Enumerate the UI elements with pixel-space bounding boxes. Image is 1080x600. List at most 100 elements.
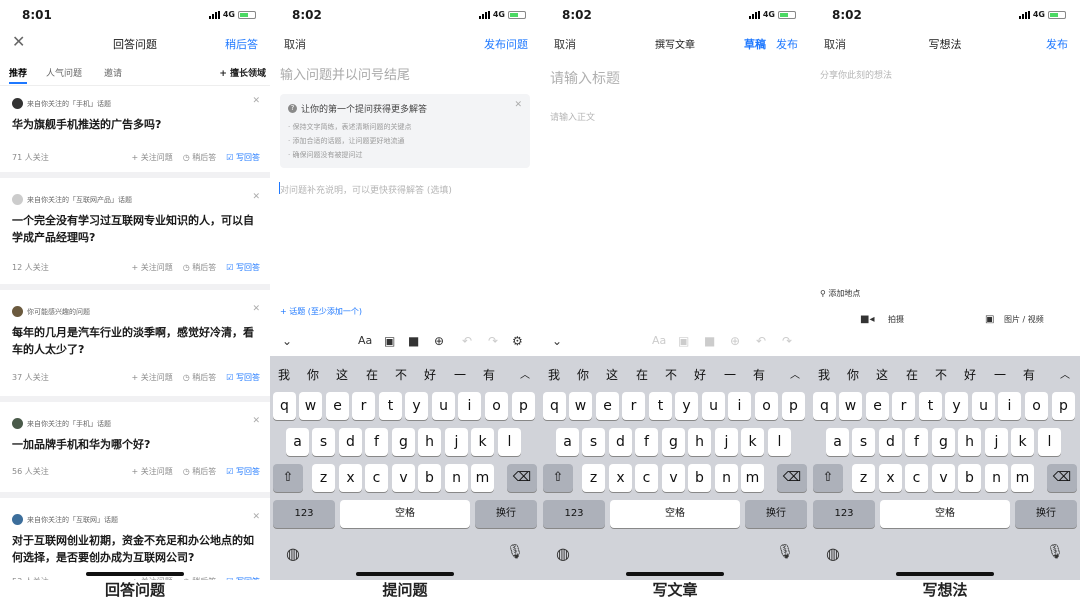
battery-icon xyxy=(238,10,256,19)
tab-popular[interactable]: 人气问题 xyxy=(46,66,82,79)
chevron-up-icon[interactable]: ︿ xyxy=(520,366,530,381)
text-format-icon[interactable]: Aa xyxy=(652,334,666,347)
question-title[interactable]: 一个完全没有学习过互联网专业知识的人，可以自学成产品经理吗? xyxy=(12,212,258,246)
settings-icon[interactable]: ⚙ xyxy=(512,334,523,348)
video-icon[interactable]: ■ xyxy=(408,334,419,348)
redo-icon[interactable]: ↷ xyxy=(488,334,498,348)
backspace-key[interactable]: ⌫ xyxy=(777,464,807,492)
write-answer-button[interactable]: ☑ 写回答 xyxy=(226,262,260,273)
space-key[interactable]: 空格 xyxy=(340,500,470,528)
globe-icon[interactable]: ◍ xyxy=(556,544,570,563)
publish-question-button[interactable]: 发布问题 xyxy=(484,36,528,52)
dismiss-icon[interactable]: ✕ xyxy=(252,416,260,426)
text-format-icon[interactable]: Aa xyxy=(358,334,372,347)
home-indicator xyxy=(626,572,724,576)
chevron-down-icon[interactable]: ⌄ xyxy=(282,334,292,348)
gallery-button[interactable]: 图片 / 视频 xyxy=(1004,314,1044,325)
return-key[interactable]: 换行 xyxy=(1015,500,1077,528)
number-key[interactable]: 123 xyxy=(813,500,875,528)
microphone-icon[interactable]: 🎙 xyxy=(776,544,794,560)
shift-key[interactable]: ⇧ xyxy=(543,464,573,492)
globe-icon[interactable]: ◍ xyxy=(826,544,840,563)
follow-question-button[interactable]: + 关注问题 xyxy=(132,152,173,163)
question-card[interactable]: 来自你关注的「手机」话题 ✕ 华为旗舰手机推送的广告多吗? 71 人关注 + 关注… xyxy=(0,88,270,178)
topic-avatar xyxy=(12,98,23,109)
question-title[interactable]: 华为旗舰手机推送的广告多吗? xyxy=(12,116,258,133)
home-indicator xyxy=(86,572,184,576)
write-answer-button[interactable]: ☑ 写回答 xyxy=(226,466,260,477)
thought-input[interactable]: 分享你此刻的想法 xyxy=(820,68,892,81)
expertise-button[interactable]: + 擅长领域 xyxy=(219,66,266,79)
article-body-input[interactable]: 请输入正文 xyxy=(550,110,595,123)
add-topic-button[interactable]: + 话题 (至少添加一个) xyxy=(280,306,362,317)
tab-recommend[interactable]: 推荐 xyxy=(9,66,27,79)
screen-caption: 写文章 xyxy=(540,580,810,600)
write-answer-button[interactable]: ☑ 写回答 xyxy=(226,372,260,383)
key-row-2: a s d f g h j k l xyxy=(540,428,810,456)
add-icon[interactable]: ⊕ xyxy=(434,334,444,348)
camera-button[interactable]: 拍摄 xyxy=(888,314,904,325)
add-location-button[interactable]: ⚲ 添加地点 xyxy=(820,288,860,299)
answer-later-link[interactable]: ◷ 稍后答 xyxy=(183,372,217,383)
backspace-key[interactable]: ⌫ xyxy=(507,464,537,492)
dismiss-icon[interactable]: ✕ xyxy=(252,512,260,522)
description-input[interactable]: 对问题补充说明，可以更快获得解答 (选填) xyxy=(279,182,452,196)
space-key[interactable]: 空格 xyxy=(610,500,740,528)
camera-icon[interactable]: ■◂ xyxy=(860,314,874,325)
return-key[interactable]: 换行 xyxy=(745,500,807,528)
redo-icon[interactable]: ↷ xyxy=(782,334,792,348)
video-icon[interactable]: ■ xyxy=(704,334,715,348)
shift-key[interactable]: ⇧ xyxy=(813,464,843,492)
question-title[interactable]: 每年的几月是汽车行业的淡季啊，感觉好冷清，看车的人太少了? xyxy=(12,324,258,358)
backspace-key[interactable]: ⌫ xyxy=(1047,464,1077,492)
chevron-up-icon[interactable]: ︿ xyxy=(1060,366,1070,381)
image-icon[interactable]: ▣ xyxy=(384,334,395,348)
space-key[interactable]: 空格 xyxy=(880,500,1010,528)
status-bar: 8:02 4G xyxy=(540,0,810,32)
follow-question-button[interactable]: + 关注问题 xyxy=(132,262,173,273)
question-card[interactable]: 来自你关注的「互联网产品」话题 ✕ 一个完全没有学习过互联网专业知识的人，可以自… xyxy=(0,184,270,290)
write-answer-button[interactable]: ☑ 写回答 xyxy=(226,152,260,163)
tab-invite[interactable]: 邀请 xyxy=(104,66,122,79)
phone-ask-question: 8:02 4G 取消 发布问题 输入问题并以问号结尾 ? 让你的第一个提问获得更多… xyxy=(270,0,540,600)
editor-toolbar: ⌄ Aa ▣ ■ ⊕ ↶ ↷ ⚙ xyxy=(270,330,540,356)
microphone-icon[interactable]: 🎙 xyxy=(506,544,524,560)
answer-later-link[interactable]: ◷ 稍后答 xyxy=(183,466,217,477)
answer-later-button[interactable]: 稍后答 xyxy=(225,36,258,52)
add-icon[interactable]: ⊕ xyxy=(730,334,740,348)
question-card[interactable]: 你可能感兴趣的问题 ✕ 每年的几月是汽车行业的淡季啊，感觉好冷清，看车的人太少了… xyxy=(0,296,270,402)
gallery-icon[interactable]: ▣ xyxy=(985,314,994,325)
follow-question-button[interactable]: + 关注问题 xyxy=(132,466,173,477)
status-time: 8:02 xyxy=(292,8,322,22)
publish-button[interactable]: 发布 xyxy=(1046,36,1068,52)
microphone-icon[interactable]: 🎙 xyxy=(1046,544,1064,560)
active-tab-indicator xyxy=(9,82,27,84)
follow-question-button[interactable]: + 关注问题 xyxy=(132,372,173,383)
dismiss-icon[interactable]: ✕ xyxy=(252,304,260,314)
phone-answer-question: 8:01 4G ✕ 回答问题 稍后答 推荐 人气问题 邀请 + 擅长领域 来自你… xyxy=(0,0,270,600)
answer-later-link[interactable]: ◷ 稍后答 xyxy=(183,152,217,163)
undo-icon[interactable]: ↶ xyxy=(756,334,766,348)
publish-button[interactable]: 发布 xyxy=(776,36,798,52)
number-key[interactable]: 123 xyxy=(273,500,335,528)
question-title[interactable]: 对于互联网创业初期，资金不充足和办公地点的如何选择，是否要创办成为互联网公司? xyxy=(12,532,258,566)
chevron-up-icon[interactable]: ︿ xyxy=(790,366,800,381)
article-title-input[interactable]: 请输入标题 xyxy=(550,68,620,88)
globe-icon[interactable]: ◍ xyxy=(286,544,300,563)
cancel-button[interactable]: 取消 xyxy=(284,36,306,52)
answer-later-link[interactable]: ◷ 稍后答 xyxy=(183,262,217,273)
drafts-button[interactable]: 草稿 xyxy=(744,36,766,52)
question-card[interactable]: 来自你关注的「手机」话题 ✕ 一加品牌手机和华为哪个好? 56 人关注 + 关注问… xyxy=(0,408,270,498)
shift-key[interactable]: ⇧ xyxy=(273,464,303,492)
image-icon[interactable]: ▣ xyxy=(678,334,689,348)
question-input[interactable]: 输入问题并以问号结尾 xyxy=(280,64,410,83)
close-tip-icon[interactable]: ✕ xyxy=(514,100,522,110)
dismiss-icon[interactable]: ✕ xyxy=(252,96,260,106)
dismiss-icon[interactable]: ✕ xyxy=(252,192,260,202)
undo-icon[interactable]: ↶ xyxy=(462,334,472,348)
chevron-down-icon[interactable]: ⌄ xyxy=(552,334,562,348)
question-title[interactable]: 一加品牌手机和华为哪个好? xyxy=(12,436,258,453)
nav-bar: 取消 撰写文章 草稿 发布 xyxy=(540,32,810,56)
number-key[interactable]: 123 xyxy=(543,500,605,528)
return-key[interactable]: 换行 xyxy=(475,500,537,528)
